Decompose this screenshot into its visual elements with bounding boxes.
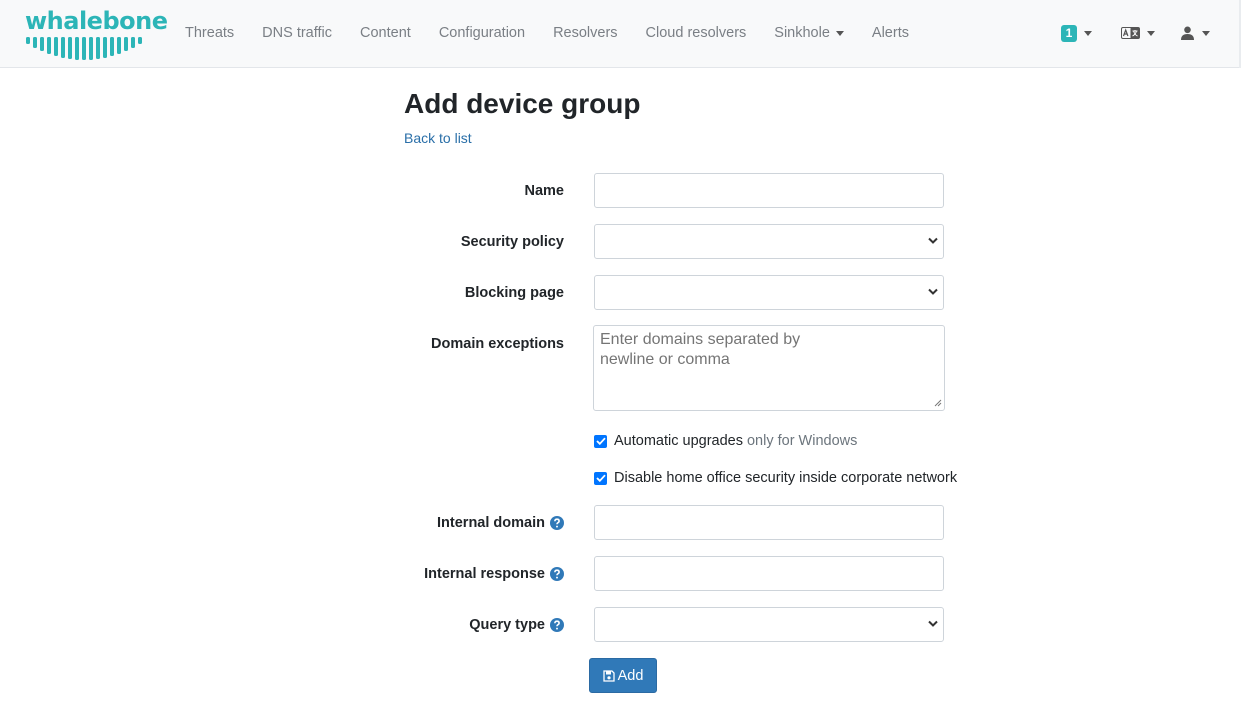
security-policy-label: Security policy xyxy=(460,234,564,250)
name-input[interactable] xyxy=(594,173,944,208)
internal-response-label: Internal response xyxy=(424,566,545,582)
nav-content[interactable]: Content xyxy=(346,25,425,41)
blocking-page-label: Blocking page xyxy=(464,285,564,301)
question-circle-icon[interactable] xyxy=(550,516,564,530)
user-icon xyxy=(1181,26,1194,40)
nav-configuration[interactable]: Configuration xyxy=(425,25,539,41)
disable-home-office-checkbox[interactable] xyxy=(594,471,607,485)
translate-icon xyxy=(1121,27,1140,39)
query-type-label: Query type xyxy=(469,617,545,633)
save-icon xyxy=(602,669,615,682)
internal-response-label-group: Internal response xyxy=(424,564,564,584)
automatic-upgrades-row: Automatic upgrades only for Windows xyxy=(594,433,857,449)
security-policy-select[interactable] xyxy=(594,224,944,259)
disable-home-office-label: Disable home office security inside corp… xyxy=(614,470,958,486)
automatic-upgrades-checkbox[interactable] xyxy=(594,434,607,448)
page-title: Add device group xyxy=(404,88,641,119)
top-navbar: whalebone Threats DNS traffic Content Co… xyxy=(0,0,1241,68)
resize-handle-icon[interactable] xyxy=(933,398,942,407)
user-menu-dropdown[interactable] xyxy=(1181,0,1210,66)
blocking-page-select[interactable] xyxy=(594,275,944,310)
checkmark-icon xyxy=(595,437,606,445)
chevron-down-icon xyxy=(1202,30,1210,36)
query-type-select[interactable] xyxy=(594,607,944,642)
chevron-down-icon xyxy=(835,30,844,36)
notification-count-badge: 1 xyxy=(1061,24,1077,42)
language-dropdown[interactable] xyxy=(1121,0,1155,66)
nav-alerts[interactable]: Alerts xyxy=(858,25,923,41)
question-circle-icon[interactable] xyxy=(550,567,564,581)
automatic-upgrades-label: Automatic upgrades xyxy=(614,433,743,449)
chevron-down-icon xyxy=(1084,30,1092,36)
question-circle-icon[interactable] xyxy=(550,618,564,632)
add-button[interactable]: Add xyxy=(589,658,657,693)
checkmark-icon xyxy=(595,474,606,482)
domain-exceptions-label: Domain exceptions xyxy=(431,336,564,352)
nav-threats[interactable]: Threats xyxy=(171,25,248,41)
chevron-down-icon xyxy=(928,620,938,627)
internal-domain-label-group: Internal domain xyxy=(437,513,564,533)
name-label: Name xyxy=(524,183,565,199)
nav-dns-traffic[interactable]: DNS traffic xyxy=(248,25,346,41)
notifications-dropdown[interactable]: 1 xyxy=(1061,0,1092,66)
chevron-down-icon xyxy=(928,237,938,244)
automatic-upgrades-note: only for Windows xyxy=(746,433,858,449)
add-button-label: Add xyxy=(617,667,644,684)
internal-response-input[interactable] xyxy=(594,556,944,591)
domain-exceptions-textarea[interactable] xyxy=(593,325,945,411)
main-nav: Threats DNS traffic Content Configuratio… xyxy=(171,0,923,66)
nav-sinkhole-label: Sinkhole xyxy=(774,25,830,41)
nav-cloud-resolvers[interactable]: Cloud resolvers xyxy=(632,25,761,41)
back-to-list-link[interactable]: Back to list xyxy=(404,130,472,146)
brand-logo[interactable]: whalebone xyxy=(24,7,168,60)
internal-domain-label: Internal domain xyxy=(437,515,545,531)
nav-resolvers[interactable]: Resolvers xyxy=(539,25,631,41)
query-type-label-group: Query type xyxy=(469,615,564,635)
chevron-down-icon xyxy=(1147,30,1155,36)
internal-domain-input[interactable] xyxy=(594,505,944,540)
nav-sinkhole-dropdown[interactable]: Sinkhole xyxy=(760,25,858,41)
disable-home-office-row: Disable home office security inside corp… xyxy=(594,470,957,486)
whale-logo-icon xyxy=(26,37,142,60)
chevron-down-icon xyxy=(928,288,938,295)
